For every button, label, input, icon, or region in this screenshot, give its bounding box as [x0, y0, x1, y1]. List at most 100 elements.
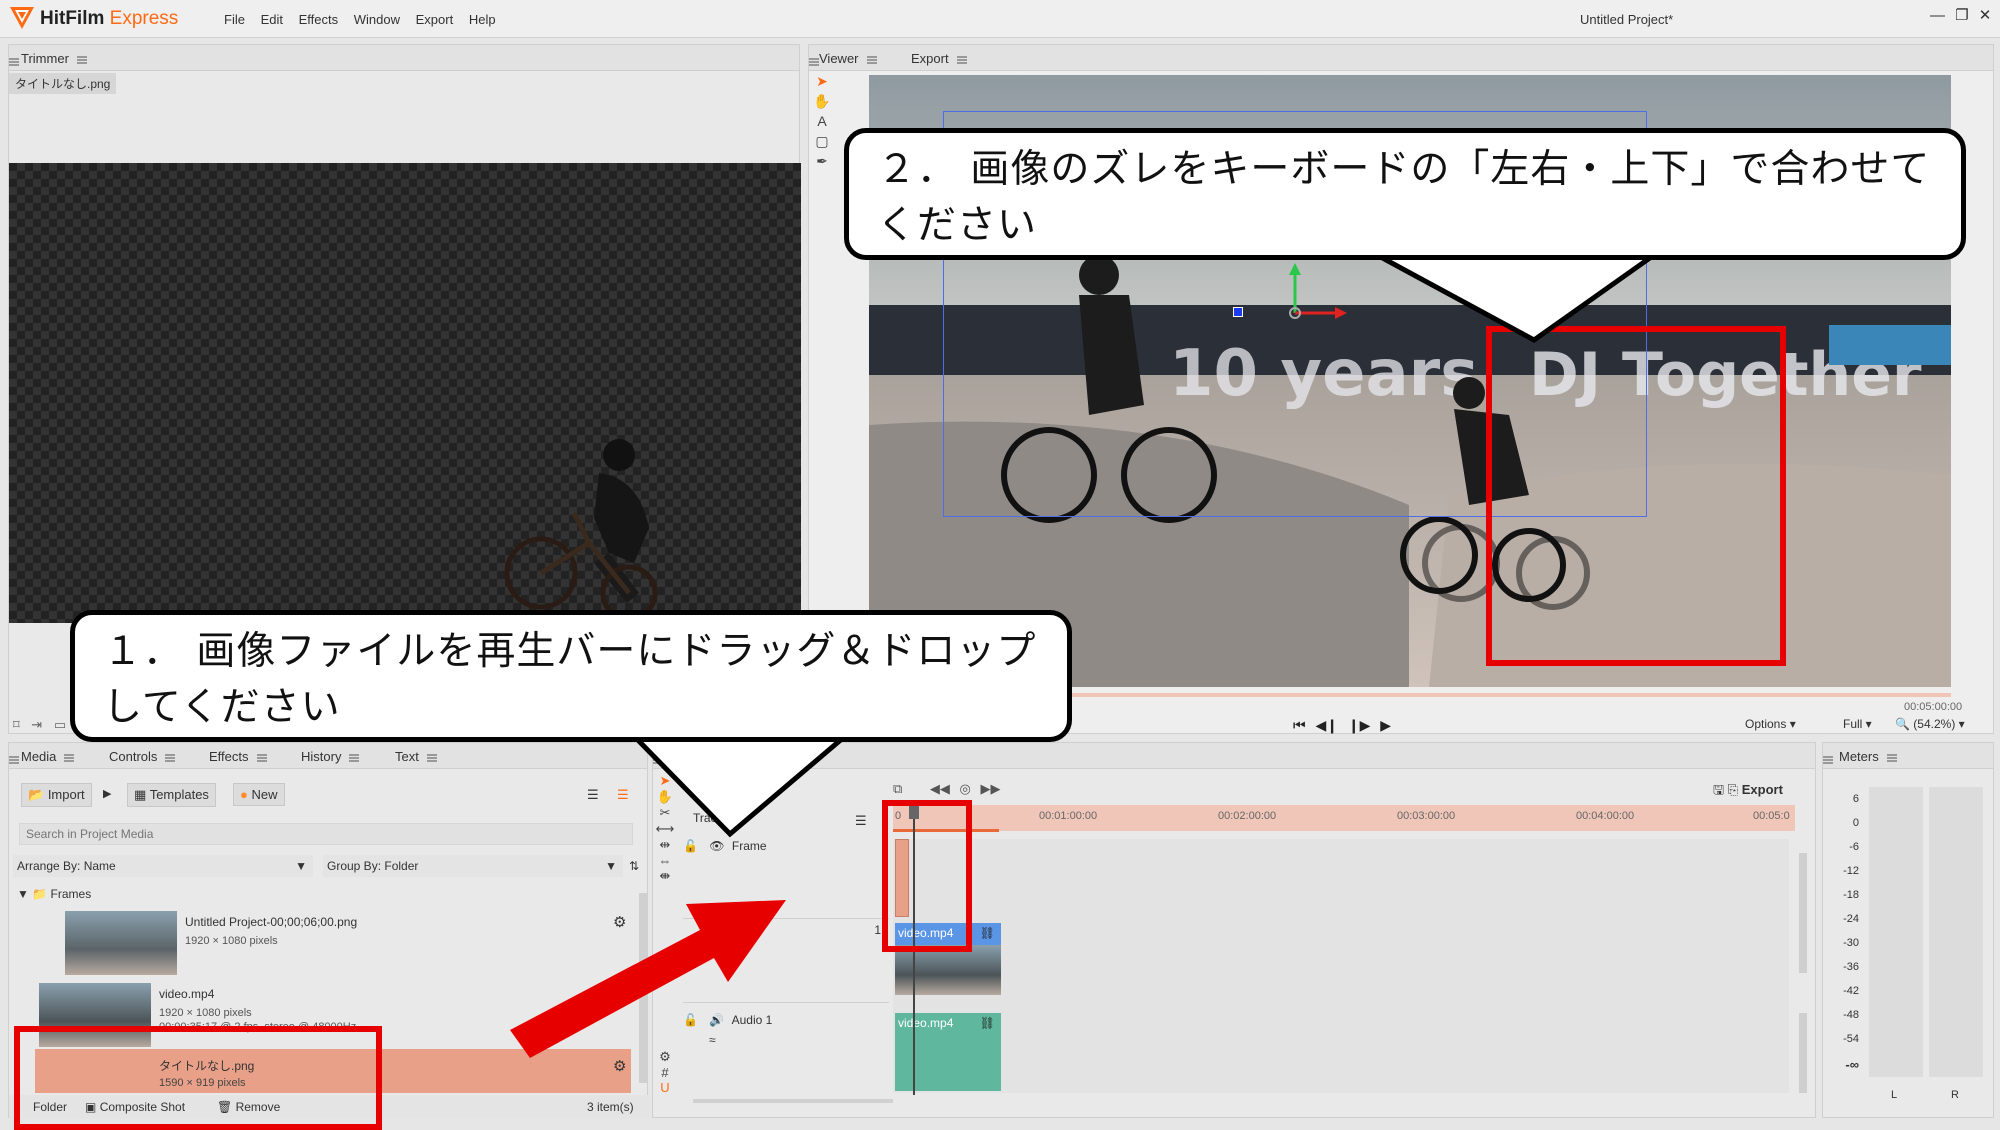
callout-bottom-text: １． 画像ファイルを再生バーにドラッグ＆ドロップしてください [70, 610, 1072, 742]
tab-effects[interactable]: Effects [209, 749, 267, 764]
step-forward-icon[interactable]: ❙▶ [1348, 717, 1371, 733]
minimize-button[interactable]: — [1930, 7, 1945, 24]
highlight-box-viewer [1486, 326, 1786, 666]
anchor-point-handle[interactable] [1233, 307, 1243, 317]
media-item-name[interactable]: video.mp4 [159, 987, 214, 1001]
text-tool-icon[interactable]: A [811, 113, 833, 133]
trimmer-file-label: タイトルなし.png [9, 73, 117, 94]
quality-dropdown[interactable]: Full ▾ [1843, 717, 1872, 731]
audio-scrollbar[interactable] [1799, 1013, 1807, 1093]
brand-name: HitFilm [40, 8, 105, 29]
insert-icon[interactable]: ⇥ [31, 717, 42, 732]
panel-menu-icon[interactable] [9, 57, 19, 66]
maximize-button[interactable]: ❐ [1955, 7, 1968, 24]
timeline-scrollbar[interactable] [1799, 853, 1807, 973]
media-item-name[interactable]: Untitled Project-00;00;06;00.png [185, 915, 357, 929]
loop-icon[interactable]: ◎ [960, 781, 971, 796]
arrange-dropdown[interactable]: Arrange By: Name ▼ [13, 855, 313, 877]
new-button[interactable]: ● New [233, 783, 285, 806]
timeline-export-button[interactable]: 🖫 ⎘ Export [1713, 781, 1783, 803]
folder-row[interactable]: ▼ 📁 Frames [17, 887, 91, 901]
project-title: Untitled Project* [1580, 12, 1674, 27]
forward-icon[interactable]: ▶▶ [981, 781, 1001, 796]
tab-trimmer[interactable]: Trimmer [21, 51, 87, 66]
video-clip-thumbnail[interactable] [895, 945, 1001, 995]
import-button[interactable]: 📂 Import [21, 783, 92, 807]
audio-waveform[interactable] [895, 1035, 1001, 1091]
grid-icon[interactable]: # [655, 1065, 675, 1080]
brand-edition: Express [109, 8, 179, 29]
viewer-tabbar: Viewer Export [809, 45, 1993, 71]
menu-window[interactable]: Window [354, 12, 400, 27]
tab-viewer[interactable]: Viewer [819, 51, 877, 66]
menu-file[interactable]: File [224, 12, 245, 27]
panel-menu-icon[interactable] [809, 57, 819, 66]
overlay-icon[interactable]: ▭ [54, 717, 66, 732]
audio-clip[interactable]: video.mp4 ⛓ [895, 1013, 1001, 1035]
menu-edit[interactable]: Edit [261, 12, 283, 27]
import-arrow-icon[interactable]: ▶ [103, 787, 111, 800]
meter-right-label: R [1951, 1089, 1959, 1101]
detail-view-icon[interactable]: ☰ [617, 787, 629, 803]
callout-top: ２． 画像のズレをキーボードの「左右・上下」で合わせてください [844, 128, 1966, 343]
rider-silhouette [504, 439, 658, 622]
menu-bar: File Edit Effects Window Export Help [224, 12, 508, 27]
templates-button[interactable]: ▦ Templates [127, 783, 216, 807]
tab-export[interactable]: Export [911, 51, 967, 66]
search-input[interactable] [19, 823, 633, 845]
callout-top-text: ２． 画像のズレをキーボードの「左右・上下」で合わせてください [844, 128, 1966, 260]
menu-icon[interactable] [956, 55, 967, 64]
hand-tool-icon[interactable]: ✋ [811, 93, 833, 113]
mark-icon[interactable]: ⌑ [13, 717, 20, 732]
trimmer-tools: ⌑ ⇥ ▭ [13, 717, 66, 733]
timeline-tracks-area[interactable] [893, 839, 1789, 1093]
pen-tool-icon[interactable]: ✒ [811, 153, 833, 173]
transport-controls: ⏮ ◀❙ ❙▶ ▶ [1293, 717, 1391, 734]
zoom-dropdown[interactable]: 🔍 (54.2%) ▾ [1895, 717, 1965, 731]
media-thumbnail[interactable] [65, 911, 177, 975]
transform-gizmo[interactable] [1279, 263, 1349, 323]
menu-help[interactable]: Help [469, 12, 496, 27]
link-icon: ⛓ [979, 926, 995, 940]
timeline-ruler[interactable]: 0 00:01:00:00 00:02:00:00 00:03:00:00 00… [893, 805, 1795, 831]
zoom-slider[interactable] [693, 1099, 893, 1103]
menu-export[interactable]: Export [416, 12, 454, 27]
panel-menu-icon[interactable] [1823, 755, 1833, 764]
ruler-tick: 00:05:0 [1753, 810, 1790, 822]
magnet-icon[interactable]: U [655, 1080, 675, 1095]
callout-top-tail [1364, 248, 1664, 343]
select-tool-icon[interactable]: ➤ [811, 73, 833, 93]
menu-icon[interactable] [866, 55, 877, 64]
import-icon: 📂 [28, 787, 45, 802]
search-icon: 🔍 [1895, 717, 1910, 731]
list-view-icon[interactable]: ☰ [587, 787, 599, 803]
menu-icon[interactable] [76, 55, 87, 64]
callout-bottom-tail [630, 732, 854, 838]
media-item-dims: 1920 × 1080 pixels [185, 935, 278, 947]
meters-panel: Meters 6 0 -6 -12 -18 -24 -30 -36 -42 -4… [1822, 742, 1994, 1118]
viewer-timecode: 00:05:00:00 [1904, 701, 1963, 713]
disclosure-icon[interactable]: ▼ [17, 887, 29, 901]
meters-tabbar: Meters [1823, 743, 1993, 769]
disk-icon: 🖫 [1713, 782, 1725, 797]
tab-text[interactable]: Text [395, 749, 437, 764]
tab-media[interactable]: Media [21, 749, 75, 764]
close-button[interactable]: ✕ [1979, 7, 1992, 24]
export-icon: ⎘ [1727, 782, 1739, 797]
tab-controls[interactable]: Controls [109, 749, 176, 764]
tab-meters[interactable]: Meters [1839, 749, 1897, 764]
viewer-toolbar: ➤ ✋ A ▢ ✒ [811, 73, 833, 173]
panel-menu-icon[interactable] [9, 755, 19, 764]
options-dropdown[interactable]: Options ▾ [1745, 717, 1796, 731]
step-back-icon[interactable]: ◀❙ [1316, 717, 1339, 733]
go-start-icon[interactable]: ⏮ [1293, 717, 1306, 733]
menu-effects[interactable]: Effects [299, 12, 339, 27]
hitfilm-logo-icon [10, 7, 34, 29]
callout-bottom: １． 画像ファイルを再生バーにドラッグ＆ドロップしてください [70, 610, 1072, 838]
tab-history[interactable]: History [301, 749, 360, 764]
rewind-icon[interactable]: ◀◀ [930, 781, 950, 796]
play-icon[interactable]: ▶ [1380, 717, 1391, 733]
composite-icon[interactable]: ⧉ [893, 781, 902, 796]
rectangle-tool-icon[interactable]: ▢ [811, 133, 833, 153]
templates-icon: ▦ [134, 787, 147, 802]
